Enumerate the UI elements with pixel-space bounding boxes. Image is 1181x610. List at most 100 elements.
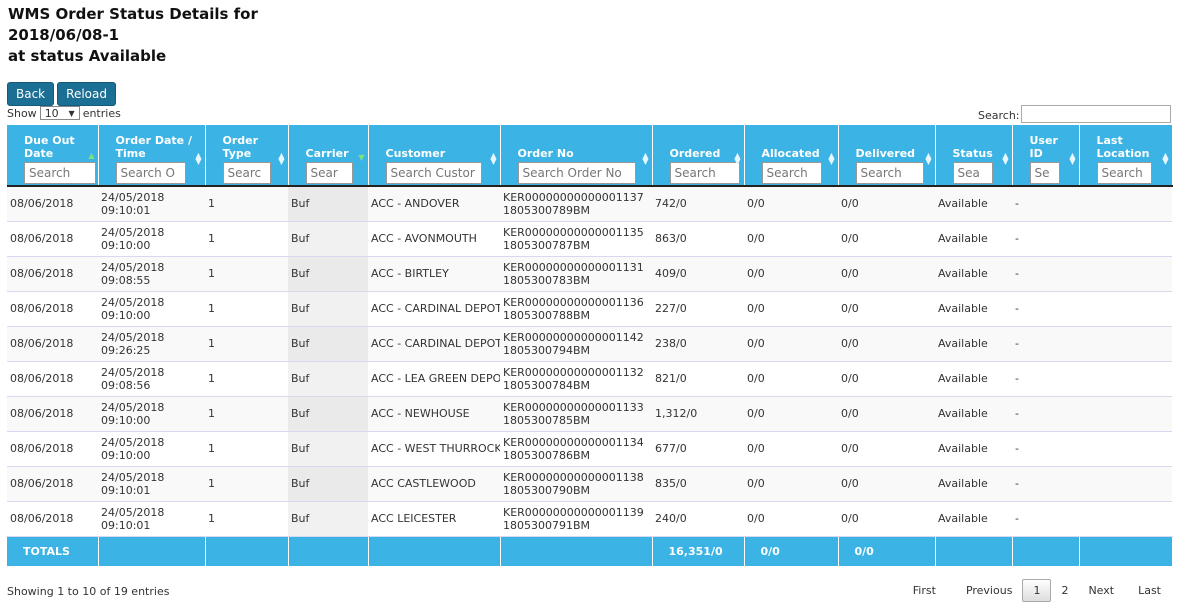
column-label-line1: Order Date / xyxy=(115,134,192,147)
column-header-due-out-date[interactable]: Due Out Date Search ▲ xyxy=(7,125,99,186)
pagination: First Previous 1 2 Next Last xyxy=(903,579,1171,602)
table-row[interactable]: 08/06/2018 24/05/2018 09:10:01 1 Buf ACC LEIC… xyxy=(7,501,1172,537)
column-filter-input-customer[interactable]: Search Custor xyxy=(385,162,482,184)
column-filter-input-status[interactable]: Sea xyxy=(952,162,993,184)
cell-carrier: Buf xyxy=(288,326,368,362)
cell-order-no-ono1: KER00000000000001135 xyxy=(503,225,644,239)
totals-label: TOTALS xyxy=(7,535,99,566)
cell-order-no: KER00000000000001137 1805300789BM xyxy=(500,185,652,222)
sort-arrows-icon[interactable]: ▲ ▼ xyxy=(195,152,201,166)
column-header-customer[interactable]: Customer Search Custor ▲ ▼ xyxy=(368,125,501,186)
column-header-allocated[interactable]: Allocated Search ▲ ▼ xyxy=(744,125,839,186)
cell-user-id: - xyxy=(1012,326,1079,362)
column-label-line1 xyxy=(386,134,496,147)
sort-arrows-icon[interactable]: ▼ xyxy=(358,154,364,162)
column-header-ordered[interactable]: Ordered Search ▲ ▼ xyxy=(652,125,745,186)
column-label-line2: Carrier xyxy=(305,147,349,160)
cell-order-no: KER00000000000001138 1805300790BM xyxy=(500,466,652,502)
cell-last-location xyxy=(1079,256,1172,292)
cell-carrier: Buf xyxy=(288,361,368,397)
table-row[interactable]: 08/06/2018 24/05/2018 09:10:00 1 Buf ACC - CA… xyxy=(7,291,1172,327)
sort-arrows-icon[interactable]: ▲ ▼ xyxy=(1162,152,1168,166)
cell-allocated: 0/0 xyxy=(744,291,838,327)
sort-arrows-icon[interactable]: ▲ ▼ xyxy=(828,152,834,166)
column-label-line2: Order No xyxy=(517,147,574,160)
column-header-status[interactable]: Status Sea ▲ ▼ xyxy=(935,125,1013,186)
back-button[interactable]: Back xyxy=(7,82,55,106)
column-header-carrier[interactable]: Carrier Sear ▼ xyxy=(288,125,369,186)
column-filter-input-carrier[interactable]: Sear xyxy=(305,162,353,184)
column-header-order-date-time[interactable]: Order Date / Time Search O ▲ ▼ xyxy=(98,125,206,186)
table-row[interactable]: 08/06/2018 24/05/2018 09:08:56 1 Buf ACC - LE… xyxy=(7,361,1172,397)
cell-order-date-time: 24/05/2018 09:10:00 xyxy=(98,431,205,467)
column-filter-input-due-out-date[interactable]: Search xyxy=(24,162,96,184)
column-filter-input-ordered[interactable]: Search xyxy=(669,162,740,184)
table-row[interactable]: 08/06/2018 24/05/2018 09:10:01 1 Buf ACC CAST… xyxy=(7,466,1172,502)
table-row[interactable]: 08/06/2018 24/05/2018 09:10:01 1 Buf ACC - AN… xyxy=(7,185,1172,222)
column-header-last-location[interactable]: Last Location Search ▲ ▼ xyxy=(1079,125,1173,186)
sort-arrows-icon[interactable]: ▲ ▼ xyxy=(278,152,284,166)
cell-order-date-time-odate: 24/05/2018 xyxy=(101,225,165,239)
cell-order-no-ono2: 1805300787BM xyxy=(503,238,591,252)
column-header-delivered[interactable]: Delivered Search ▲ ▼ xyxy=(838,125,936,186)
cell-order-date-time-otime: 09:10:01 xyxy=(101,203,151,217)
page-1-button[interactable]: 1 xyxy=(1022,579,1052,602)
column-header-order-type[interactable]: Order Type Searc ▲ ▼ xyxy=(205,125,289,186)
sort-arrows-icon[interactable]: ▲ ▼ xyxy=(1069,152,1075,166)
cell-status: Available xyxy=(935,396,1012,432)
cell-user-id: - xyxy=(1012,185,1079,222)
sort-arrows-icon[interactable]: ▲ ▼ xyxy=(734,152,740,166)
table-row[interactable]: 08/06/2018 24/05/2018 09:10:00 1 Buf ACC - AV… xyxy=(7,221,1172,257)
cell-delivered: 0/0 xyxy=(838,396,935,432)
column-filter-input-user-id[interactable]: Se xyxy=(1029,162,1060,184)
cell-order-no-ono1: KER00000000000001142 xyxy=(503,330,644,344)
sort-arrows-icon[interactable]: ▲ ▼ xyxy=(642,152,648,166)
column-filter-input-delivered[interactable]: Search xyxy=(855,162,924,184)
column-filter-input-order-no[interactable]: Search Order No xyxy=(517,162,636,184)
sort-arrows-icon[interactable]: ▲ ▼ xyxy=(925,152,931,166)
table-row[interactable]: 08/06/2018 24/05/2018 09:10:00 1 Buf ACC - NE… xyxy=(7,396,1172,432)
table-row[interactable]: 08/06/2018 24/05/2018 09:08:55 1 Buf ACC - BI… xyxy=(7,256,1172,292)
reload-button[interactable]: Reload xyxy=(57,82,116,106)
table-row[interactable]: 08/06/2018 24/05/2018 09:10:00 1 Buf ACC - WE… xyxy=(7,431,1172,467)
button-bar: Back Reload xyxy=(7,82,116,106)
cell-last-location xyxy=(1079,185,1172,222)
column-label-line1: Last xyxy=(1096,134,1123,147)
first-page-button[interactable]: First xyxy=(903,580,946,601)
entries-select[interactable]: 10 ▼ xyxy=(39,106,80,120)
cell-order-no: KER00000000000001135 1805300787BM xyxy=(500,221,652,257)
cell-user-id: - xyxy=(1012,396,1079,432)
cell-ordered: 742/0 xyxy=(652,185,744,222)
last-page-button[interactable]: Last xyxy=(1128,580,1171,601)
length-menu: Show 10 ▼ entries xyxy=(7,106,121,120)
sort-arrows-icon[interactable]: ▲ ▼ xyxy=(490,152,496,166)
table-info: Showing 1 to 10 of 19 entries xyxy=(7,585,170,598)
search-input[interactable] xyxy=(1021,105,1171,123)
next-page-button[interactable]: Next xyxy=(1078,580,1124,601)
sort-arrows-icon[interactable]: ▲ ▼ xyxy=(1002,152,1008,166)
cell-order-type: 1 xyxy=(205,256,288,292)
table-row[interactable]: 08/06/2018 24/05/2018 09:26:25 1 Buf ACC - CA… xyxy=(7,326,1172,362)
column-header-user-id[interactable]: User ID Se ▲ ▼ xyxy=(1012,125,1080,186)
column-label-line1 xyxy=(670,134,740,147)
totals-allocated: 0/0 xyxy=(744,535,839,566)
previous-page-button[interactable]: Previous xyxy=(956,580,1023,601)
cell-delivered: 0/0 xyxy=(838,185,935,222)
column-filter-input-allocated[interactable]: Search xyxy=(761,162,822,184)
cell-status: Available xyxy=(935,221,1012,257)
sort-arrows-icon[interactable]: ▲ xyxy=(88,152,94,160)
cell-order-date-time-otime: 09:10:01 xyxy=(101,483,151,497)
cell-due-out-date: 08/06/2018 xyxy=(7,221,98,257)
column-filter-input-last-location[interactable]: Search xyxy=(1096,162,1152,184)
cell-status: Available xyxy=(935,256,1012,292)
column-filter-input-order-date-time[interactable]: Search O xyxy=(115,162,186,184)
cell-status: Available xyxy=(935,361,1012,397)
page-2-button[interactable]: 2 xyxy=(1051,580,1078,601)
column-filter-input-order-type[interactable]: Searc xyxy=(222,162,271,184)
cell-delivered: 0/0 xyxy=(838,326,935,362)
cell-order-date-time-otime: 09:26:25 xyxy=(101,343,151,357)
cell-allocated: 0/0 xyxy=(744,466,838,502)
column-label-line2: Customer xyxy=(385,147,446,160)
cell-delivered: 0/0 xyxy=(838,466,935,502)
column-header-order-no[interactable]: Order No Search Order No ▲ ▼ xyxy=(500,125,653,186)
